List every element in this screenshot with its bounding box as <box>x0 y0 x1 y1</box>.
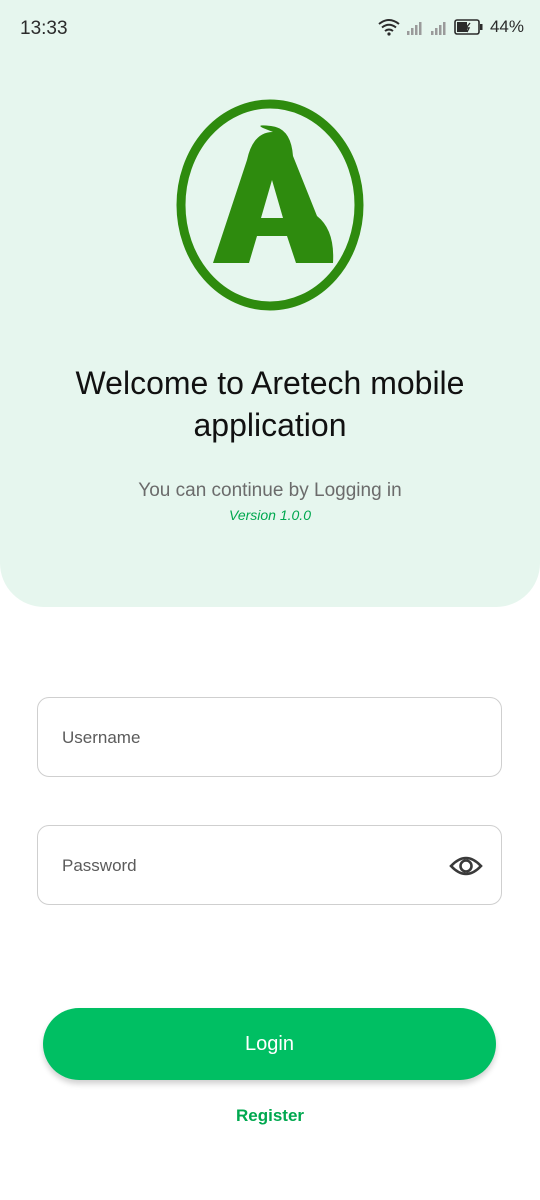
cellular-signal-icon <box>406 18 424 36</box>
login-button[interactable]: Login <box>43 1008 496 1080</box>
wifi-icon <box>378 18 400 36</box>
register-link[interactable]: Register <box>0 1106 540 1126</box>
page-title: Welcome to Aretech mobile application <box>75 365 465 443</box>
eye-icon[interactable] <box>449 853 483 879</box>
username-field[interactable] <box>37 697 502 778</box>
status-bar: 13:33 44% <box>0 0 540 58</box>
password-field[interactable] <box>37 825 502 906</box>
aretech-logo-icon <box>175 98 365 312</box>
status-time: 13:33 <box>20 18 68 39</box>
password-input[interactable] <box>60 826 424 906</box>
battery-percent: 44% <box>489 17 524 36</box>
cellular-signal-icon <box>430 18 448 36</box>
subtitle: You can continue by Logging in <box>138 480 402 501</box>
battery-charging-icon <box>454 19 484 35</box>
username-input[interactable] <box>60 698 424 778</box>
version-label: Version 1.0.0 <box>229 507 311 523</box>
status-icons: 44% <box>378 17 524 37</box>
